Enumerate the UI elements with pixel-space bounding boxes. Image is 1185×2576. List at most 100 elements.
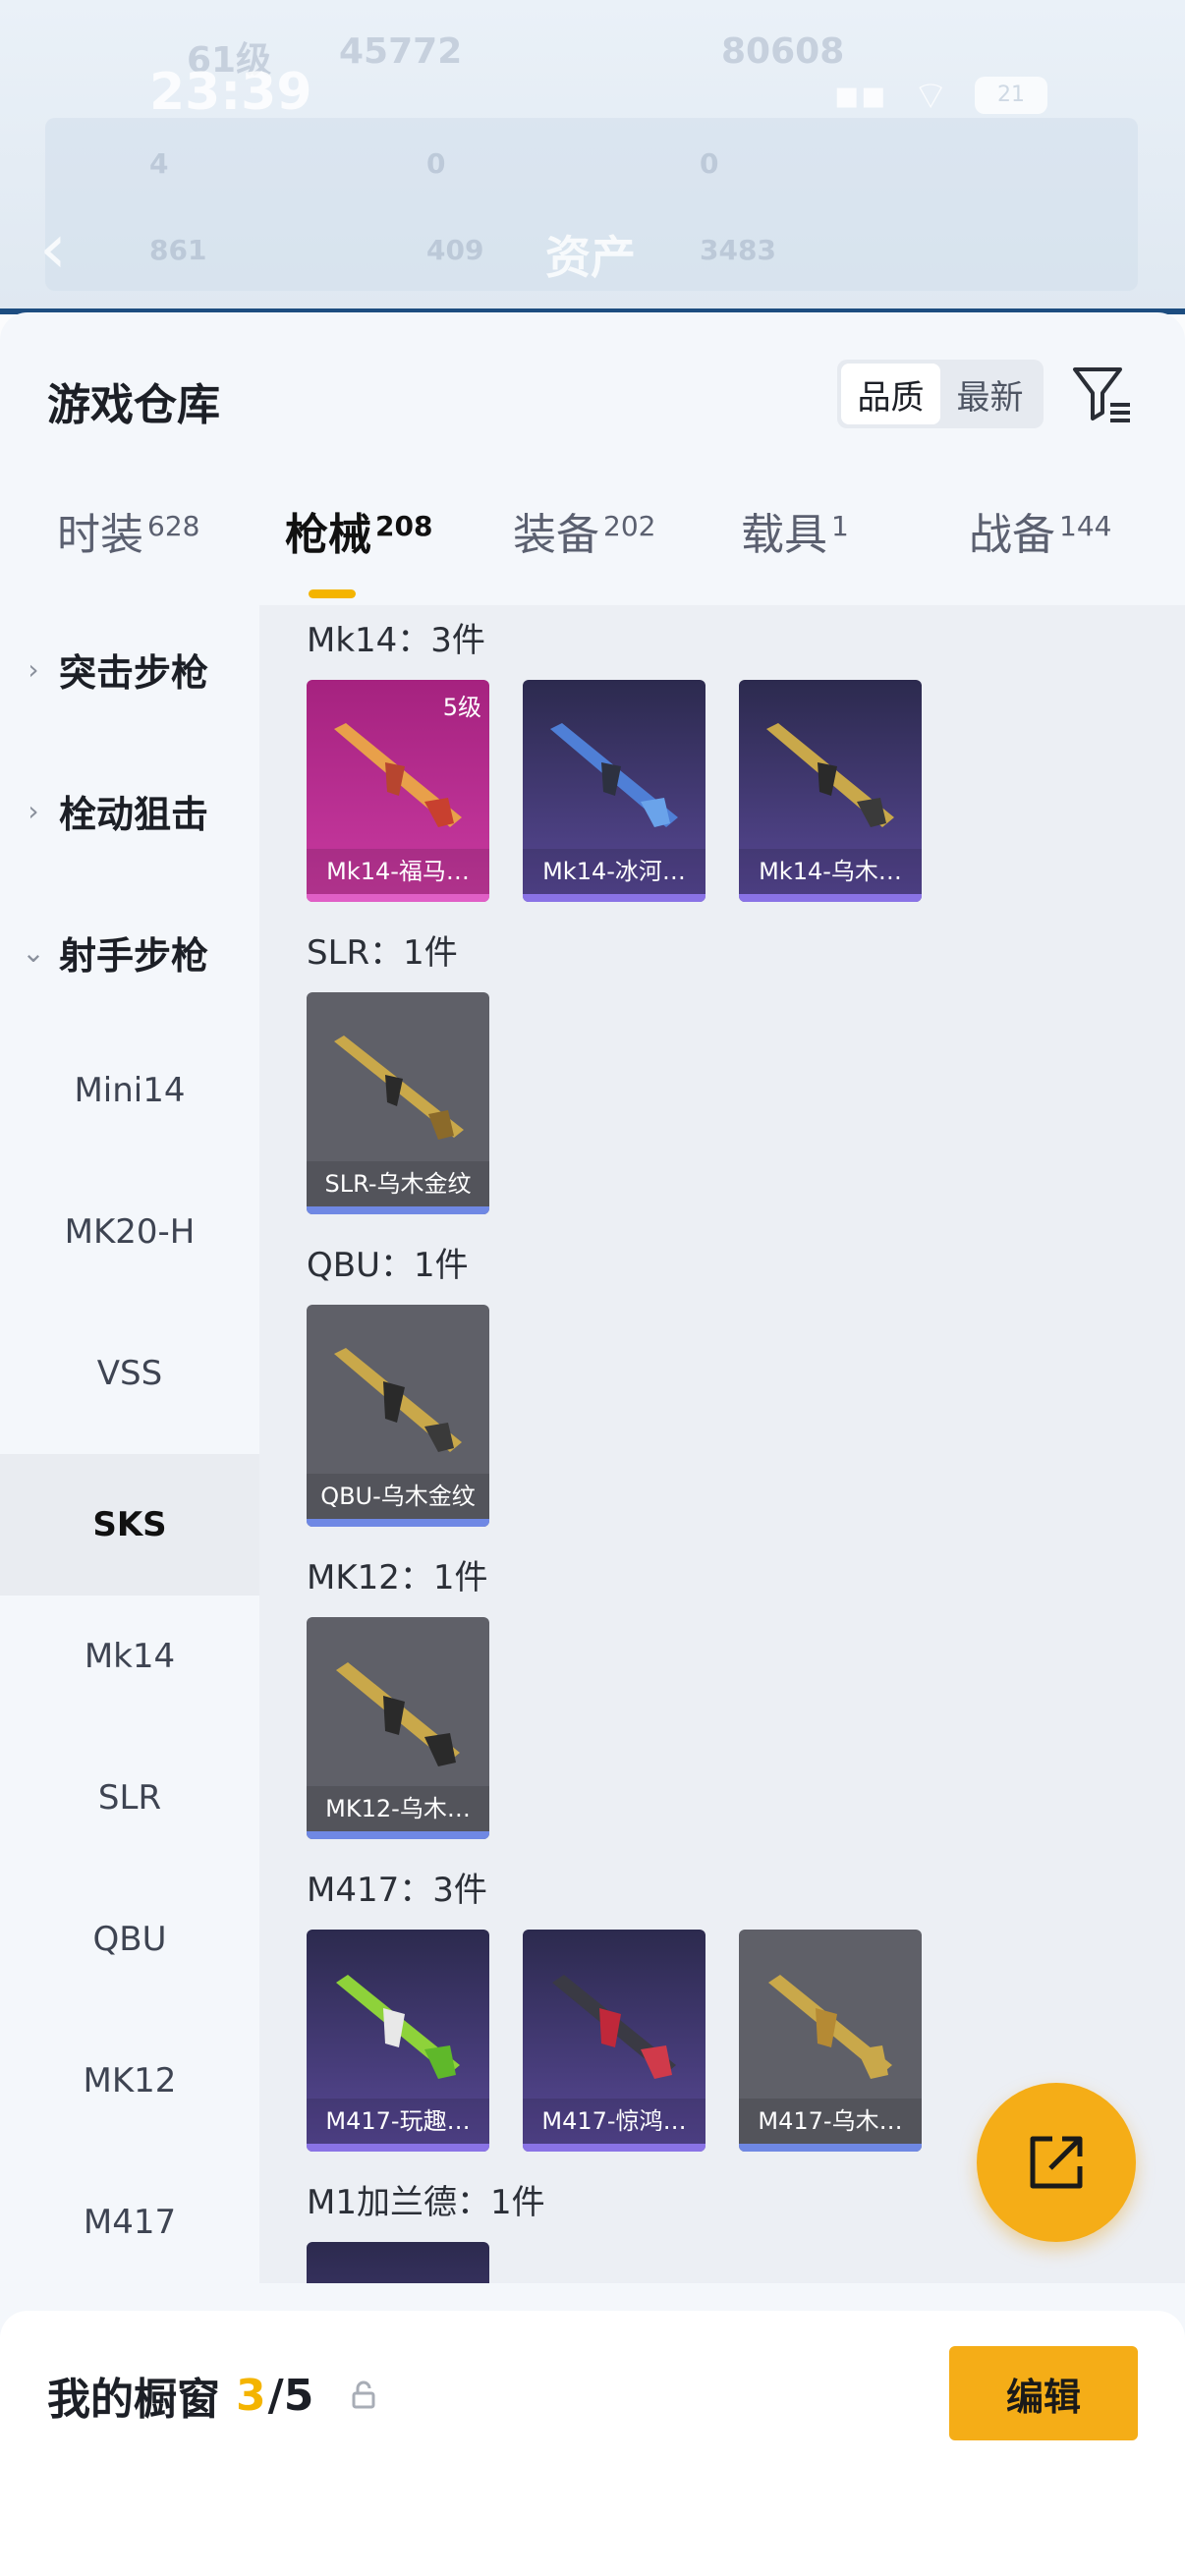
warehouse-sheet: 游戏仓库 品质 最新 时装 628 枪械 208 装备 202 载具 1 战备 144 ›… xyxy=(0,312,1185,2576)
tab-firearms[interactable]: 枪械 208 xyxy=(285,499,432,562)
rarity-bar xyxy=(523,894,705,902)
weapon-card[interactable]: M417-乌木… xyxy=(739,1930,922,2152)
tab-label: 战备 xyxy=(969,510,1055,560)
sidebar-category-bolt-snipers[interactable]: › 栓动狙击 xyxy=(22,784,208,838)
weapon-card[interactable]: M417-玩趣… xyxy=(307,1930,489,2152)
group-header: QBU：1件 xyxy=(307,1246,469,1285)
rarity-bar xyxy=(739,2144,922,2152)
weapon-card[interactable] xyxy=(307,2242,489,2283)
showcase-count: 3 xyxy=(236,2370,266,2421)
weapon-card[interactable]: MK12-乌木… xyxy=(307,1617,489,1839)
chevron-left-icon[interactable]: ‹ xyxy=(39,214,67,283)
weapon-name: Mk14-乌木… xyxy=(739,849,922,894)
active-tab-indicator xyxy=(309,589,356,598)
showcase-info: 我的橱窗 3 /5 xyxy=(47,2364,376,2427)
tab-fashion[interactable]: 时装 628 xyxy=(57,499,199,562)
sidebar-item-mk12[interactable]: MK12 xyxy=(0,2061,259,2100)
rifle-icon xyxy=(768,1975,892,2079)
rifle-icon xyxy=(334,723,462,827)
tab-equipment[interactable]: 装备 202 xyxy=(513,499,655,562)
bg-stat-a: 4 xyxy=(149,147,169,180)
sidebar-item-qbu[interactable]: QBU xyxy=(0,1920,259,1959)
group-header: SLR：1件 xyxy=(307,933,458,973)
weapon-name: M417-乌木… xyxy=(739,2099,922,2144)
bg-score: 80608 xyxy=(721,31,845,72)
group-header: M1加兰德：1件 xyxy=(307,2183,545,2222)
showcase-label: 我的橱窗 xyxy=(47,2375,220,2425)
sidebar-item-slr[interactable]: SLR xyxy=(0,1778,259,1818)
tab-count: 628 xyxy=(147,510,200,542)
page-title: 资产 xyxy=(545,231,636,284)
weapon-card[interactable]: QBU-乌木金纹 xyxy=(307,1305,489,1527)
chevron-right-icon: › xyxy=(28,653,39,686)
category-label: 栓动狙击 xyxy=(59,793,209,836)
rarity-bar xyxy=(307,2144,489,2152)
weapon-name: SLR-乌木金纹 xyxy=(307,1161,489,1206)
tab-gear[interactable]: 战备 144 xyxy=(969,499,1111,562)
rarity-bar xyxy=(739,894,922,902)
rarity-bar xyxy=(307,1206,489,1214)
sidebar-item-mk14[interactable]: Mk14 xyxy=(0,1637,259,1676)
weapon-name: M417-惊鸿… xyxy=(523,2099,705,2144)
rifle-icon xyxy=(552,1975,676,2079)
weapon-name: Mk14-福马… xyxy=(307,849,489,894)
share-button[interactable] xyxy=(977,2083,1136,2242)
bg-stat-c: 0 xyxy=(700,147,719,180)
wifi-icon: ⌔ xyxy=(912,74,949,119)
edit-button[interactable]: 编辑 xyxy=(949,2346,1138,2440)
battery-icon: 21 xyxy=(975,77,1047,114)
weapon-name: MK12-乌木… xyxy=(307,1786,489,1831)
weapon-card[interactable]: Mk14-冰河… xyxy=(523,680,705,902)
weapon-name: QBU-乌木金纹 xyxy=(307,1474,489,1519)
weapon-name: Mk14-冰河… xyxy=(523,849,705,894)
tab-label: 枪械 xyxy=(285,510,371,560)
group-header: MK12：1件 xyxy=(307,1558,488,1597)
sort-quality-button[interactable]: 品质 xyxy=(841,364,940,424)
category-label: 射手步枪 xyxy=(59,934,209,978)
rifle-icon xyxy=(766,723,894,827)
sidebar-category-marksman-rifles[interactable]: ⌄ 射手步枪 xyxy=(22,925,208,980)
group-header: M417：3件 xyxy=(307,1871,487,1910)
rifle-icon xyxy=(336,1975,460,2079)
chevron-down-icon: ⌄ xyxy=(22,936,45,969)
tab-vehicles[interactable]: 载具 1 xyxy=(741,499,849,562)
sidebar-item-vss[interactable]: VSS xyxy=(0,1354,259,1393)
filter-icon[interactable] xyxy=(1069,362,1134,426)
rarity-bar xyxy=(523,2144,705,2152)
sidebar-item-sks[interactable]: SKS xyxy=(0,1454,259,1596)
rifle-icon xyxy=(334,1348,462,1452)
tab-label: 载具 xyxy=(741,510,827,560)
tab-count: 202 xyxy=(603,510,656,542)
bg-stat-f: 3483 xyxy=(700,234,776,266)
weapon-card[interactable]: 5级 Mk14-福马… xyxy=(307,680,489,902)
lock-icon xyxy=(352,2380,375,2409)
bg-stat-b: 0 xyxy=(426,147,446,180)
category-label: 突击步枪 xyxy=(59,651,209,695)
status-icons: ▪▪ ⌔ 21 xyxy=(833,71,1047,120)
share-icon xyxy=(1030,2136,1083,2189)
tab-label: 时装 xyxy=(57,510,143,560)
sidebar-item-mk20h[interactable]: MK20-H xyxy=(0,1212,259,1252)
bg-points: 45772 xyxy=(339,31,463,72)
tab-count: 208 xyxy=(375,510,433,542)
category-tabs: 时装 628 枪械 208 装备 202 载具 1 战备 144 xyxy=(0,499,1185,607)
rifle-icon xyxy=(334,1036,464,1140)
sort-newest-button[interactable]: 最新 xyxy=(940,364,1040,424)
showcase-total: /5 xyxy=(267,2370,314,2421)
rifle-icon xyxy=(550,723,678,827)
group-header: Mk14：3件 xyxy=(307,621,485,660)
sidebar-item-m417[interactable]: M417 xyxy=(0,2203,259,2242)
weapon-sidebar: › 突击步枪 › 栓动狙击 ⌄ 射手步枪 Mini14 MK20-H VSS SKS … xyxy=(0,605,259,2283)
bg-stat-d: 861 xyxy=(149,234,207,266)
weapon-name: M417-玩趣… xyxy=(307,2099,489,2144)
weapon-card[interactable]: Mk14-乌木… xyxy=(739,680,922,902)
tab-count: 1 xyxy=(831,510,849,542)
warehouse-title: 游戏仓库 xyxy=(47,380,220,430)
sidebar-item-mini14[interactable]: Mini14 xyxy=(0,1071,259,1110)
rifle-icon xyxy=(336,1662,460,1766)
weapon-card[interactable]: M417-惊鸿… xyxy=(523,1930,705,2152)
tab-count: 144 xyxy=(1059,510,1112,542)
sidebar-category-assault-rifles[interactable]: › 突击步枪 xyxy=(22,643,208,697)
bg-stat-e: 409 xyxy=(426,234,484,266)
weapon-card[interactable]: SLR-乌木金纹 xyxy=(307,992,489,1214)
